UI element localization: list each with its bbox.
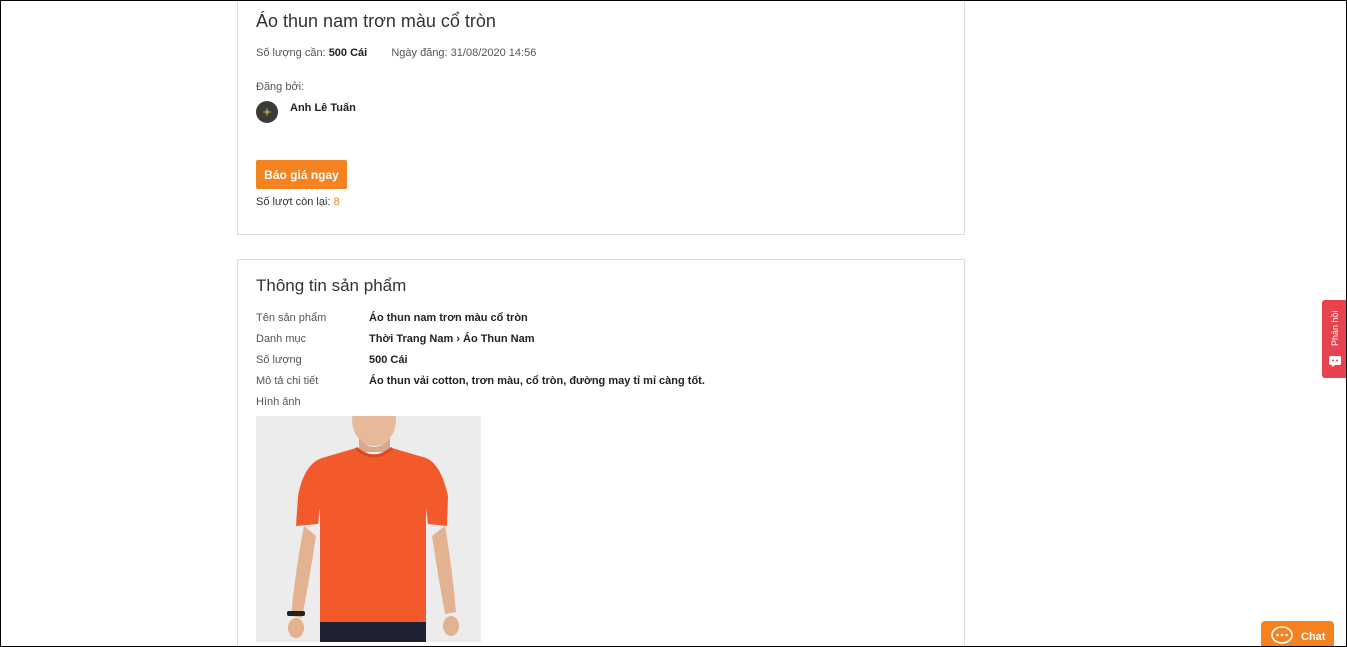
info-label: Danh mục xyxy=(256,333,307,345)
chat-button[interactable]: Chat xyxy=(1261,621,1334,646)
date-label: Ngày đăng: xyxy=(391,47,448,59)
product-photo-icon xyxy=(256,416,481,642)
user-name[interactable]: Anh Lê Tuấn xyxy=(290,102,356,114)
chat-bubble-icon xyxy=(1271,626,1293,644)
info-value: 500 Cái xyxy=(369,354,408,366)
info-row-quantity: Số lượng 500 Cái xyxy=(256,354,408,366)
request-summary-card: Áo thun nam trơn màu cổ tròn Số lượng cầ… xyxy=(237,1,965,235)
remaining-count: Số lượt còn lại: 8 xyxy=(256,196,340,208)
info-label: Mô tả chi tiết xyxy=(256,375,319,387)
info-row-image: Hình ảnh xyxy=(256,396,369,408)
remaining-label: Số lượt còn lại: xyxy=(256,196,331,208)
info-row-name: Tên sản phẩm Áo thun nam trơn màu cổ trò… xyxy=(256,312,528,324)
feedback-tab[interactable]: Phản hồi xyxy=(1322,300,1346,378)
remaining-value: 8 xyxy=(333,196,340,208)
avatar-logo-icon xyxy=(262,107,272,117)
feedback-label: Phản hồi xyxy=(1330,310,1340,346)
info-label: Số lượng xyxy=(256,354,302,366)
product-image[interactable] xyxy=(256,416,481,642)
chat-label: Chat xyxy=(1301,631,1326,643)
image-label: Hình ảnh xyxy=(256,396,301,408)
product-info-heading: Thông tin sản phẩm xyxy=(256,276,407,295)
request-title: Áo thun nam trơn màu cổ tròn xyxy=(256,11,496,31)
quantity-value: 500 Cái xyxy=(328,47,368,59)
info-row-description: Mô tả chi tiết Áo thun vải cotton, trơn … xyxy=(256,375,705,387)
avatar[interactable] xyxy=(256,101,278,123)
product-info-card: Thông tin sản phẩm Tên sản phẩm Áo thun … xyxy=(237,259,965,646)
info-value: Áo thun nam trơn màu cổ tròn xyxy=(369,312,528,324)
quantity-label: Số lượng cần: xyxy=(256,47,326,59)
posted-by-label: Đăng bởi: xyxy=(256,81,305,93)
info-value: Thời Trang Nam › Áo Thun Nam xyxy=(369,333,535,345)
page-frame: Áo thun nam trơn màu cổ tròn Số lượng cầ… xyxy=(0,0,1347,647)
date-value: 31/08/2020 14:56 xyxy=(450,47,537,59)
feedback-icon xyxy=(1329,356,1341,367)
request-meta: Số lượng cần: 500 Cái Ngày đăng: 31/08/2… xyxy=(256,47,536,59)
info-value: Áo thun vải cotton, trơn màu, cổ tròn, đ… xyxy=(369,375,705,387)
info-row-category: Danh mục Thời Trang Nam › Áo Thun Nam xyxy=(256,333,535,345)
quote-now-button[interactable]: Báo giá ngay xyxy=(256,160,347,189)
info-label: Tên sản phẩm xyxy=(256,312,327,324)
